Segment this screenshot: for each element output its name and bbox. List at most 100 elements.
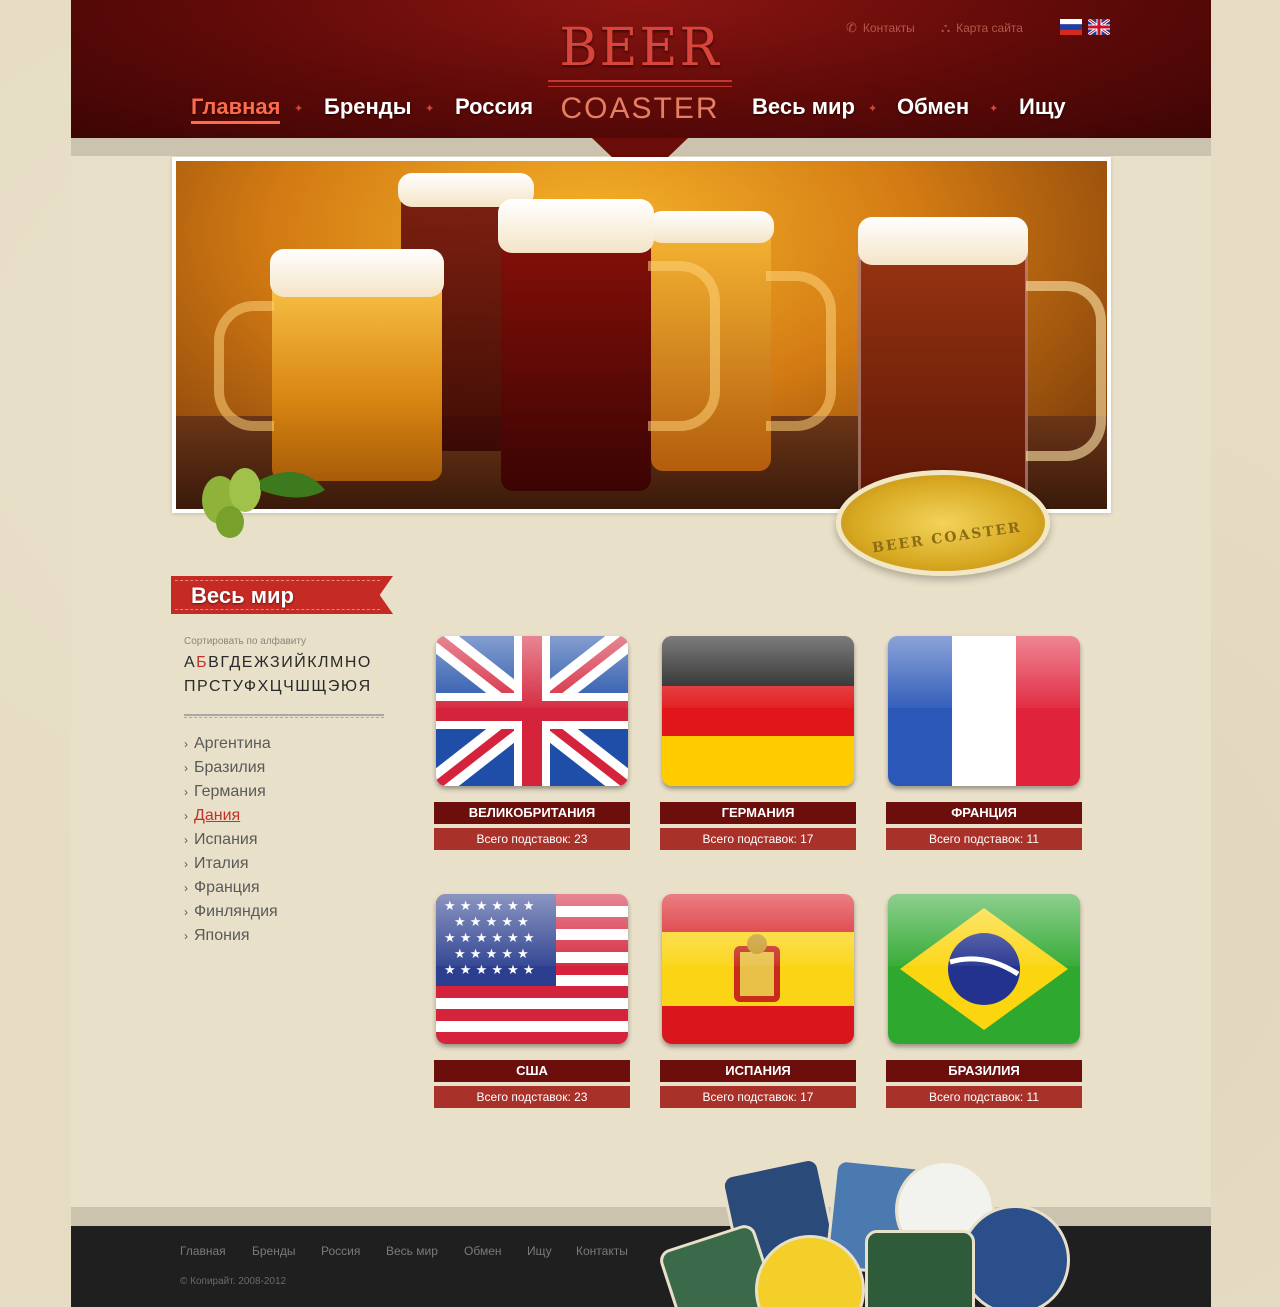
list-item[interactable]: › Япония [184, 925, 278, 949]
copyright: © Копирайт. 2008-2012 [180, 1276, 287, 1287]
coaster-image [960, 1205, 1070, 1307]
foam [858, 217, 1028, 265]
logo-rule-thin [548, 86, 732, 87]
lang-en-flag-icon[interactable] [1087, 17, 1111, 37]
nav-world[interactable]: Весь мир [752, 94, 855, 120]
flag-gloss [436, 894, 628, 966]
uk-flag-icon[interactable] [436, 636, 628, 786]
list-item[interactable]: › Финляндия [184, 901, 278, 925]
alphabet-letter[interactable]: А [184, 654, 196, 671]
country-name[interactable]: БРАЗИЛИЯ [886, 1060, 1082, 1082]
usa-flag-icon[interactable]: ★ ★ ★ ★ ★ ★ ★ ★ ★ ★ ★ ★ ★ ★ ★ ★ ★ ★ ★ ★ … [436, 894, 628, 1044]
chevron-right-icon: › [184, 857, 188, 871]
mug-center [501, 221, 651, 491]
sidebar-divider [184, 714, 384, 718]
country-link[interactable]: Финляндия [194, 903, 278, 920]
nav-exchange[interactable]: Обмен [897, 94, 969, 120]
lang-ru-flag-icon[interactable] [1060, 19, 1082, 35]
germany-flag-icon[interactable] [662, 636, 854, 786]
nav-search[interactable]: Ищу [1019, 94, 1066, 120]
phone-icon: ✆ [846, 20, 857, 35]
contacts-link[interactable]: ✆ Контакты [846, 20, 915, 36]
footer-link-search[interactable]: Ищу [527, 1244, 552, 1258]
alphabet-letter-active[interactable]: Б [196, 654, 208, 671]
chevron-right-icon: › [184, 833, 188, 847]
chevron-right-icon: › [184, 881, 188, 895]
foam [648, 211, 774, 243]
alphabet-row-2[interactable]: ПРСТУФХЦЧШЩЭЮЯ [184, 678, 372, 696]
country-card-usa[interactable]: ★ ★ ★ ★ ★ ★ ★ ★ ★ ★ ★ ★ ★ ★ ★ ★ ★ ★ ★ ★ … [434, 894, 630, 1110]
country-name[interactable]: ИСПАНИЯ [660, 1060, 856, 1082]
footer-link-home[interactable]: Главная [180, 1244, 226, 1258]
country-list: › Аргентина › Бразилия › Германия › Дания › И… [184, 733, 278, 949]
sitemap-link[interactable]: ⛬ Карта сайта [941, 20, 1023, 36]
country-card-uk[interactable]: ВЕЛИКОБРИТАНИЯ Всего подставок: 23 [434, 636, 630, 852]
chevron-right-icon: › [184, 809, 188, 823]
country-link-active[interactable]: Дания [194, 807, 240, 824]
nav-russia[interactable]: Россия [455, 94, 533, 120]
country-link[interactable]: Аргентина [194, 735, 271, 752]
country-link[interactable]: Германия [194, 783, 266, 800]
flag-gloss [662, 636, 854, 708]
footer-link-contacts[interactable]: Контакты [576, 1244, 628, 1258]
list-item[interactable]: › Испания [184, 829, 278, 853]
spain-flag-icon[interactable] [662, 894, 854, 1044]
country-name[interactable]: ВЕЛИКОБРИТАНИЯ [434, 802, 630, 824]
country-card-spain[interactable]: ИСПАНИЯ Всего подставок: 17 [660, 894, 856, 1110]
logo-rule [548, 80, 732, 82]
coaster-count: Всего подставок: 11 [886, 828, 1082, 850]
footer-link-world[interactable]: Весь мир [386, 1244, 438, 1258]
sitemap-label: Карта сайта [956, 21, 1023, 35]
mug-handle [648, 261, 720, 431]
list-item[interactable]: › Германия [184, 781, 278, 805]
country-link[interactable]: Испания [194, 831, 258, 848]
flag-gloss [436, 636, 628, 708]
logo-beer-text: BEER [559, 18, 721, 78]
chevron-right-icon: › [184, 737, 188, 751]
site-logo[interactable]: BEER COASTER [548, 18, 732, 125]
country-card-germany[interactable]: ГЕРМАНИЯ Всего подставок: 17 [660, 636, 856, 852]
sort-label: Сортировать по алфавиту [184, 636, 307, 647]
country-link[interactable]: Франция [194, 879, 260, 896]
country-name[interactable]: США [434, 1060, 630, 1082]
flag-gloss [888, 894, 1080, 966]
nav-brands[interactable]: Бренды [324, 94, 412, 120]
footer-link-russia[interactable]: Россия [321, 1244, 360, 1258]
sitemap-icon: ⛬ [941, 20, 951, 35]
footer-link-exchange[interactable]: Обмен [464, 1244, 502, 1258]
alphabet-letters[interactable]: ВГДЕЖЗИЙКЛМНО [208, 654, 372, 671]
country-card-france[interactable]: ФРАНЦИЯ Всего подставок: 11 [886, 636, 1082, 852]
coaster-count: Всего подставок: 23 [434, 828, 630, 850]
hops-decoration [190, 450, 325, 540]
coaster-count: Всего подставок: 23 [434, 1086, 630, 1108]
flag-gloss [888, 636, 1080, 708]
chevron-right-icon: › [184, 929, 188, 943]
country-link[interactable]: Бразилия [194, 759, 265, 776]
country-link[interactable]: Япония [194, 927, 250, 944]
list-item[interactable]: › Аргентина [184, 733, 278, 757]
france-flag-icon[interactable] [888, 636, 1080, 786]
list-item[interactable]: › Бразилия [184, 757, 278, 781]
list-item[interactable]: › Италия [184, 853, 278, 877]
coaster-image [865, 1230, 975, 1307]
country-name[interactable]: ГЕРМАНИЯ [660, 802, 856, 824]
country-card-brazil[interactable]: БРАЗИЛИЯ Всего подставок: 11 [886, 894, 1082, 1110]
country-name[interactable]: ФРАНЦИЯ [886, 802, 1082, 824]
brazil-flag-icon[interactable] [888, 894, 1080, 1044]
list-item[interactable]: › Франция [184, 877, 278, 901]
nav-home[interactable]: Главная [191, 94, 281, 124]
list-item[interactable]: › Дания [184, 805, 278, 829]
flag-gloss [662, 894, 854, 966]
footer-link-brands[interactable]: Бренды [252, 1244, 295, 1258]
foam [270, 249, 444, 297]
contacts-label: Контакты [862, 21, 915, 35]
nav-separator-star-icon: ✦ [989, 103, 999, 115]
nav-separator-star-icon: ✦ [294, 103, 304, 115]
logo-coaster-text: COASTER [560, 92, 720, 125]
coaster-count: Всего подставок: 11 [886, 1086, 1082, 1108]
mug-right [858, 236, 1028, 509]
chevron-right-icon: › [184, 905, 188, 919]
mug-handle [1026, 281, 1106, 461]
alphabet-row-1[interactable]: АБВГДЕЖЗИЙКЛМНО [184, 654, 372, 672]
country-link[interactable]: Италия [194, 855, 248, 872]
